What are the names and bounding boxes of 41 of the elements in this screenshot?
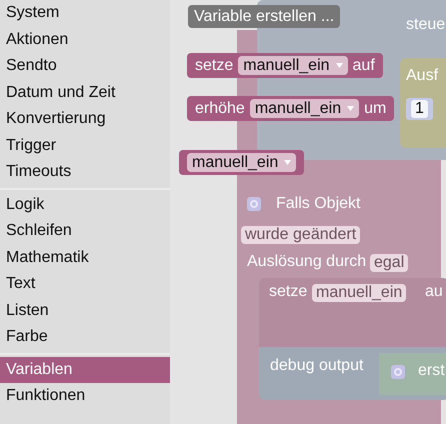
caret-icon [347,106,354,111]
block-label: auf [352,56,375,74]
category-item[interactable]: Konvertierung [0,106,170,132]
category-item[interactable]: Text [0,271,170,298]
create-variable-button[interactable]: Variable erstellen ... [188,5,340,28]
category-item[interactable]: Listen [0,298,170,324]
block-label: setze [195,56,234,74]
variable-block[interactable]: setze manuell_ein auf [187,53,383,78]
faded-block-label: debug output [270,357,364,375]
category-item[interactable]: Mathematik [0,244,170,271]
variable-dropdown[interactable]: manuell_ein [187,153,296,172]
category-item[interactable]: Timeouts [0,159,170,186]
faded-block-label: erst [418,362,445,380]
variable-block[interactable]: erhöhe manuell_ein um [187,96,394,121]
faded-block-label: au [425,283,443,301]
category-item[interactable]: Aktionen [0,26,170,53]
category-item[interactable]: Trigger [0,132,170,159]
number-field[interactable]: 1 [411,100,428,118]
faded-block-label: steue [406,16,446,34]
category-item[interactable]: Logik [0,192,170,218]
variable-dropdown[interactable]: manuell_ein [238,56,348,75]
block-label: um [364,100,386,118]
category-item[interactable]: Sendto [0,53,170,80]
faded-block-label: setze [269,283,308,301]
variable-dropdown[interactable]: manuell_ein [250,99,360,118]
category-item[interactable]: System [0,0,170,26]
gear-icon [391,365,405,379]
block-label: erhöhe [195,100,245,118]
category-item[interactable]: Variablen [0,356,170,383]
category-item[interactable]: Farbe [0,324,170,350]
faded-value-block [379,353,446,395]
caret-icon [336,63,343,68]
variable-block[interactable]: manuell_ein [179,150,304,175]
gear-icon [247,197,261,211]
faded-block-label: Auslösung durch [247,253,366,271]
category-item[interactable]: Datum und Zeit [0,80,170,106]
faded-block-label: Ausf [406,67,438,85]
category-item[interactable]: Funktionen [0,383,170,410]
number-block[interactable]: 1 [406,98,433,120]
category-item[interactable]: Schleifen [0,218,170,244]
faded-block-label: Falls Objekt [276,195,360,213]
